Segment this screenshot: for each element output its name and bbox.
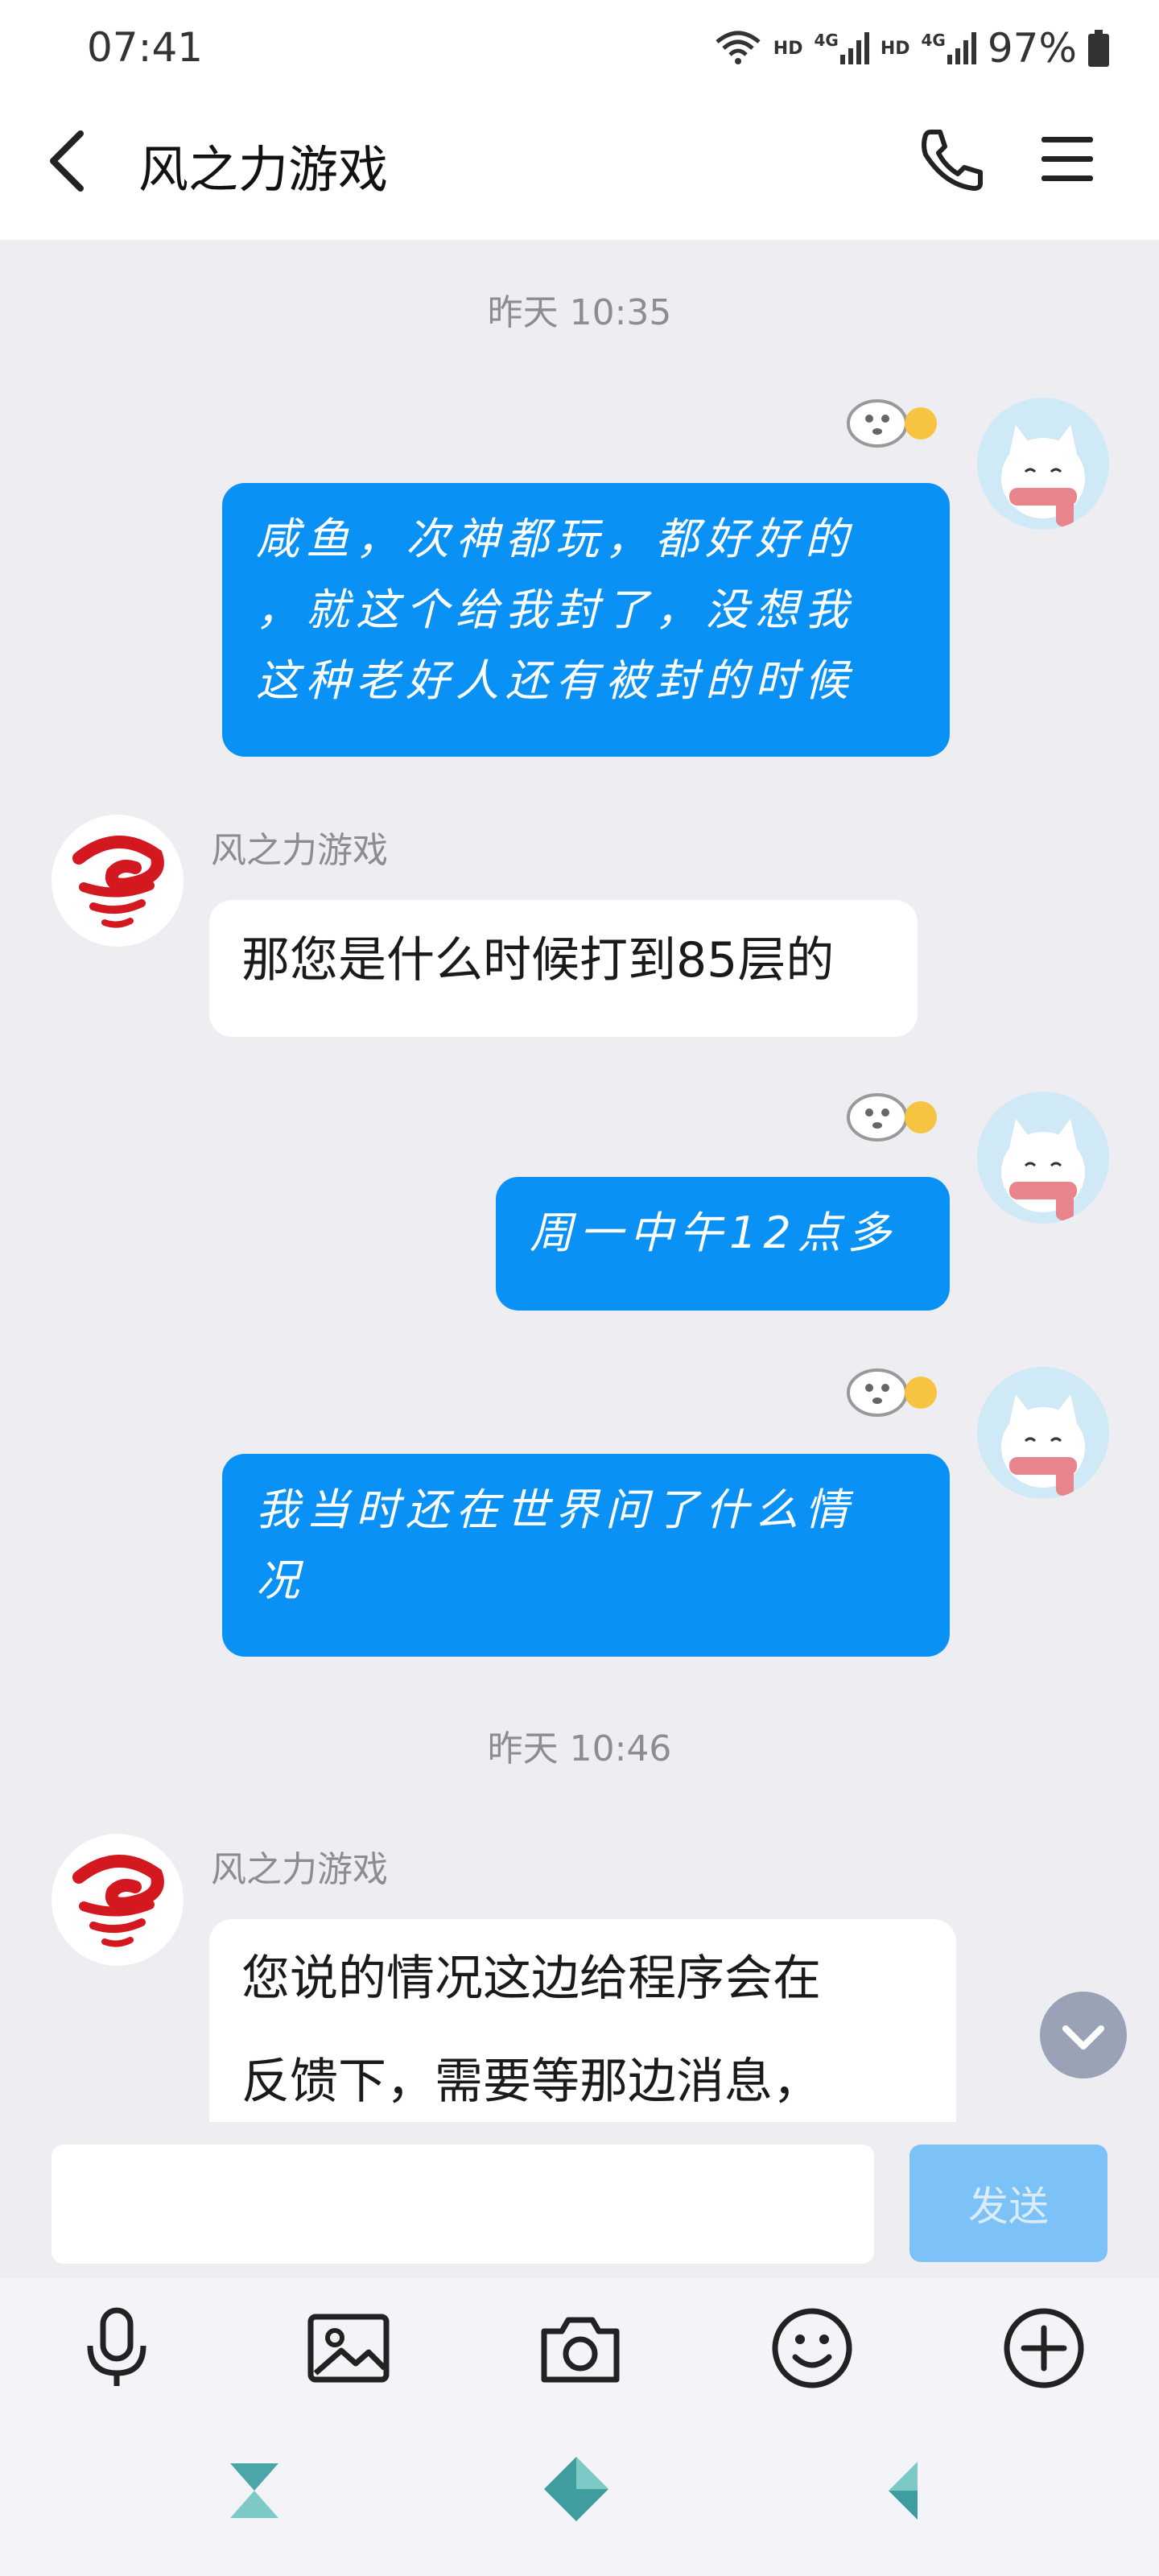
back-icon[interactable] <box>45 127 93 195</box>
bot-message-bubble[interactable]: 那您是什么时候打到85层的 <box>209 900 918 1037</box>
battery-icon <box>1088 30 1109 67</box>
message-line: 咸鱼，次神都玩，都好好的 <box>256 514 855 564</box>
level-tag-icon <box>847 1368 937 1417</box>
chat-title: 风之力游戏 <box>138 140 389 199</box>
status-indicators: HD 4G HD 4G 97% <box>714 23 1109 74</box>
hd-label-2: HD <box>880 38 910 59</box>
signal-bars-icon <box>947 32 976 64</box>
plus-icon[interactable] <box>1000 2304 1088 2392</box>
message-line: 况 <box>256 1555 306 1606</box>
message-line: 您说的情况这边给程序会在 <box>241 1951 821 2007</box>
status-time: 07:41 <box>87 24 204 71</box>
tornado-logo-icon <box>72 835 164 928</box>
message-line: 这种老好人还有被封的时候 <box>256 655 855 706</box>
timestamp: 昨天 10:46 <box>487 1728 672 1769</box>
timestamp: 昨天 10:35 <box>487 292 672 333</box>
scroll-down-button[interactable] <box>1038 1990 1128 2080</box>
battery-percent: 97% <box>987 25 1077 72</box>
microphone-icon[interactable] <box>72 2304 161 2392</box>
my-avatar[interactable] <box>977 1367 1109 1499</box>
my-avatar[interactable] <box>977 398 1109 530</box>
send-button[interactable]: 发送 <box>909 2145 1107 2262</box>
image-icon[interactable] <box>304 2304 393 2392</box>
sender-name: 风之力游戏 <box>211 1849 388 1890</box>
sender-name: 风之力游戏 <box>211 830 388 871</box>
network-label-1: 4G <box>814 31 839 50</box>
my-message-bubble[interactable]: 咸鱼，次神都玩，都好好的 ，就这个给我封了，没想我 这种老好人还有被封的时候 <box>222 483 950 757</box>
emoji-icon[interactable] <box>768 2304 856 2392</box>
my-message-bubble[interactable]: 周一中午12点多 <box>496 1177 950 1311</box>
my-message-bubble[interactable]: 我当时还在世界问了什么情 况 <box>222 1454 950 1657</box>
message-line: 我当时还在世界问了什么情 <box>256 1484 855 1535</box>
phone-icon[interactable] <box>916 127 988 192</box>
network-label-2: 4G <box>921 31 946 50</box>
bot-avatar[interactable] <box>52 815 184 947</box>
recent-apps-icon[interactable] <box>222 2458 287 2523</box>
signal-2: 4G <box>922 32 976 64</box>
home-icon[interactable] <box>544 2457 608 2521</box>
hd-label-1: HD <box>773 38 803 59</box>
message-line: 周一中午12点多 <box>530 1208 897 1258</box>
wifi-icon <box>716 31 761 64</box>
signal-bars-icon <box>839 32 869 64</box>
cat-avatar-icon <box>1001 1119 1085 1220</box>
menu-icon[interactable] <box>1038 132 1096 187</box>
message-line: 那您是什么时候打到85层的 <box>241 932 835 989</box>
cat-avatar-icon <box>1001 1394 1085 1496</box>
my-avatar[interactable] <box>977 1092 1109 1224</box>
level-tag-icon <box>847 1093 937 1141</box>
camera-icon[interactable] <box>536 2304 625 2392</box>
message-line: 反馈下，需要等那边消息， <box>241 2054 821 2110</box>
bot-message-bubble[interactable]: 您说的情况这边给程序会在 反馈下，需要等那边消息， <box>209 1919 956 2122</box>
signal-1: 4G <box>814 31 869 64</box>
bot-avatar[interactable] <box>52 1834 184 1966</box>
message-line: ，就这个给我封了，没想我 <box>256 584 855 635</box>
message-input[interactable] <box>52 2145 874 2264</box>
tornado-logo-icon <box>72 1854 164 1947</box>
cat-avatar-icon <box>1001 425 1085 526</box>
level-tag-icon <box>847 399 937 448</box>
back-nav-icon[interactable] <box>879 2458 943 2523</box>
